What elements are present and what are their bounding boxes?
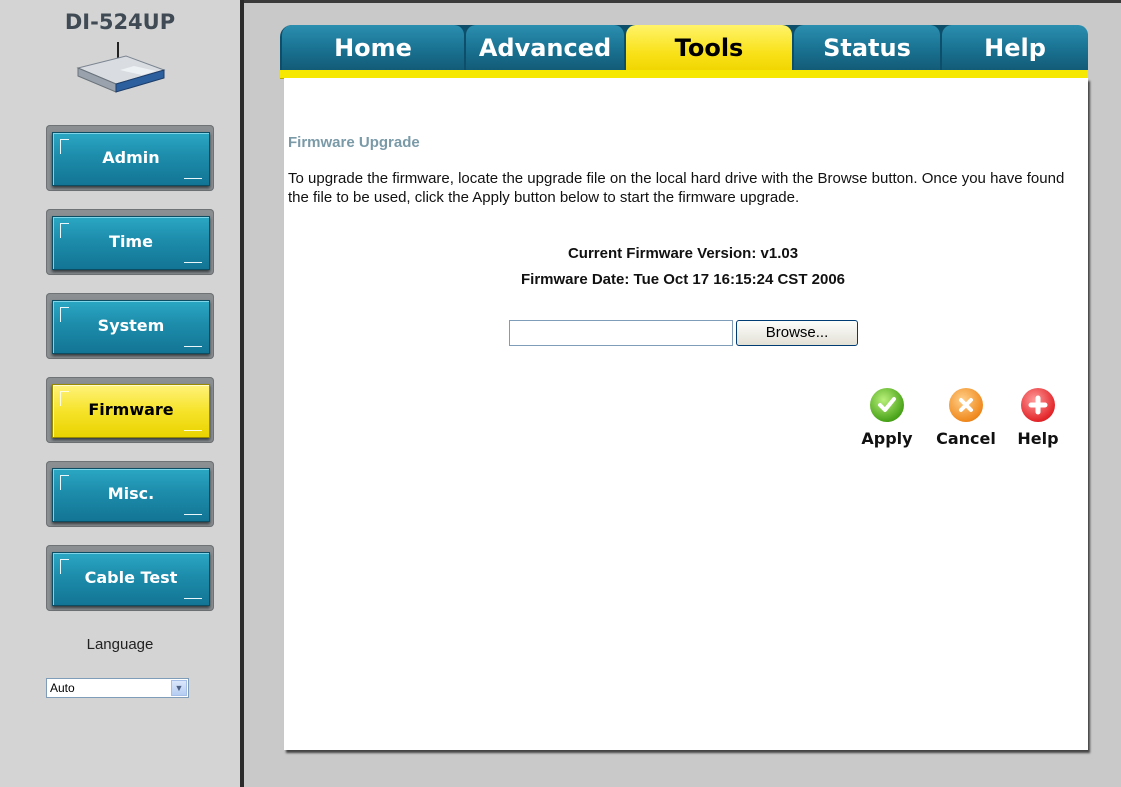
help-label: Help [1017, 429, 1059, 448]
sidebar-button-label: Admin [102, 148, 160, 167]
cancel-button[interactable]: Cancel [926, 388, 1006, 448]
sidebar-button-label: System [97, 316, 165, 335]
check-circle-icon [870, 388, 904, 422]
sidebar: DI-524UP Admin Time System Firmware Misc… [0, 0, 240, 787]
chevron-down-icon[interactable]: ▼ [171, 680, 187, 696]
x-circle-icon [949, 388, 983, 422]
model-label: DI-524UP [64, 10, 176, 34]
sidebar-button-admin[interactable]: Admin [46, 125, 214, 191]
sidebar-button-label: Misc. [107, 484, 155, 503]
sidebar-divider [240, 0, 244, 787]
tab-home[interactable]: Home [282, 25, 464, 71]
help-button[interactable]: Help [1010, 388, 1066, 448]
sidebar-button-label: Time [109, 232, 153, 251]
tab-status[interactable]: Status [794, 25, 940, 71]
browse-button[interactable]: Browse... [736, 320, 858, 346]
apply-label: Apply [861, 429, 913, 448]
sidebar-button-label: Firmware [88, 400, 174, 419]
tab-help[interactable]: Help [942, 25, 1088, 71]
firmware-date: Firmware Date: Tue Oct 17 16:15:24 CST 2… [520, 271, 846, 288]
sidebar-button-system[interactable]: System [46, 293, 214, 359]
sidebar-button-misc[interactable]: Misc. [46, 461, 214, 527]
firmware-file-input[interactable] [509, 320, 733, 346]
language-label: Language [86, 636, 154, 653]
cancel-label: Cancel [936, 429, 996, 448]
router-icon [76, 42, 166, 93]
section-title: Firmware Upgrade [288, 134, 420, 151]
language-select[interactable]: Auto ▼ [46, 678, 189, 698]
firmware-version: Current Firmware Version: v1.03 [567, 245, 799, 262]
apply-button[interactable]: Apply [852, 388, 922, 448]
plus-circle-icon [1021, 388, 1055, 422]
tab-tools[interactable]: Tools [626, 25, 792, 71]
tab-advanced[interactable]: Advanced [466, 25, 624, 71]
description-text: To upgrade the firmware, locate the upgr… [288, 170, 1065, 206]
sidebar-button-firmware[interactable]: Firmware [46, 377, 214, 443]
sidebar-button-cable-test[interactable]: Cable Test [46, 545, 214, 611]
language-select-value: Auto [50, 681, 75, 695]
sidebar-button-time[interactable]: Time [46, 209, 214, 275]
sidebar-button-label: Cable Test [84, 568, 178, 587]
